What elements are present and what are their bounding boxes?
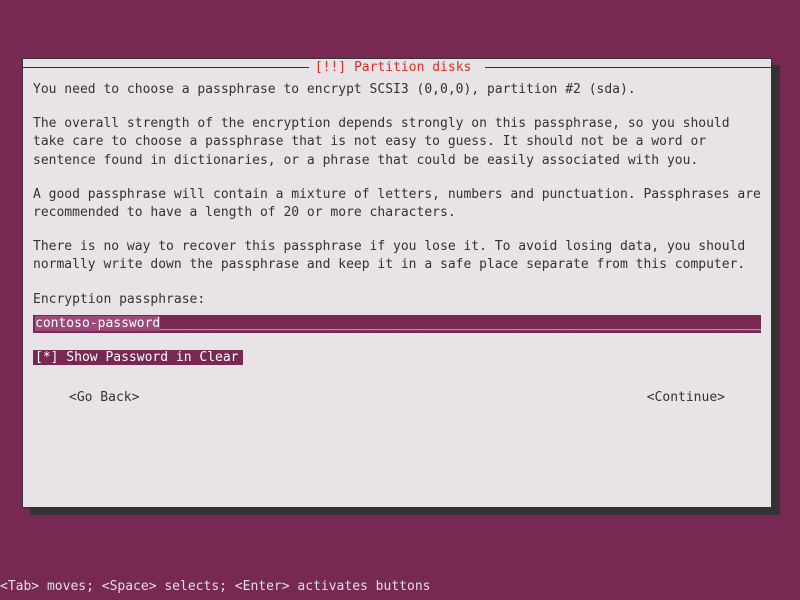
dialog-title: [!!] Partition disks [309,60,485,75]
checkbox-mark: [*] [35,350,58,365]
show-password-checkbox[interactable]: [*] Show Password in Clear [33,349,761,367]
dialog-body: You need to choose a passphrase to encry… [33,81,761,407]
passphrase-value: contoso-password [35,316,160,331]
paragraph-1: You need to choose a passphrase to encry… [33,81,761,99]
checkbox-label: Show Password in Clear [58,350,238,365]
go-back-button[interactable]: <Go Back> [69,389,139,407]
passphrase-input[interactable]: contoso-password________________________… [33,315,761,333]
title-rule-left [23,67,309,68]
help-bar: <Tab> moves; <Space> selects; <Enter> ac… [0,579,430,594]
dialog-title-bar: [!!] Partition disks [23,59,771,75]
paragraph-2: The overall strength of the encryption d… [33,115,761,170]
button-row: <Go Back> <Continue> [33,389,761,407]
paragraph-3: A good passphrase will contain a mixture… [33,186,761,222]
continue-button[interactable]: <Continue> [647,389,725,407]
paragraph-4: There is no way to recover this passphra… [33,238,761,274]
title-rule-right [485,67,771,68]
partition-disks-dialog: [!!] Partition disks You need to choose … [22,58,772,508]
passphrase-fill: ________________________________________… [160,316,761,331]
passphrase-label: Encryption passphrase: [33,291,761,309]
